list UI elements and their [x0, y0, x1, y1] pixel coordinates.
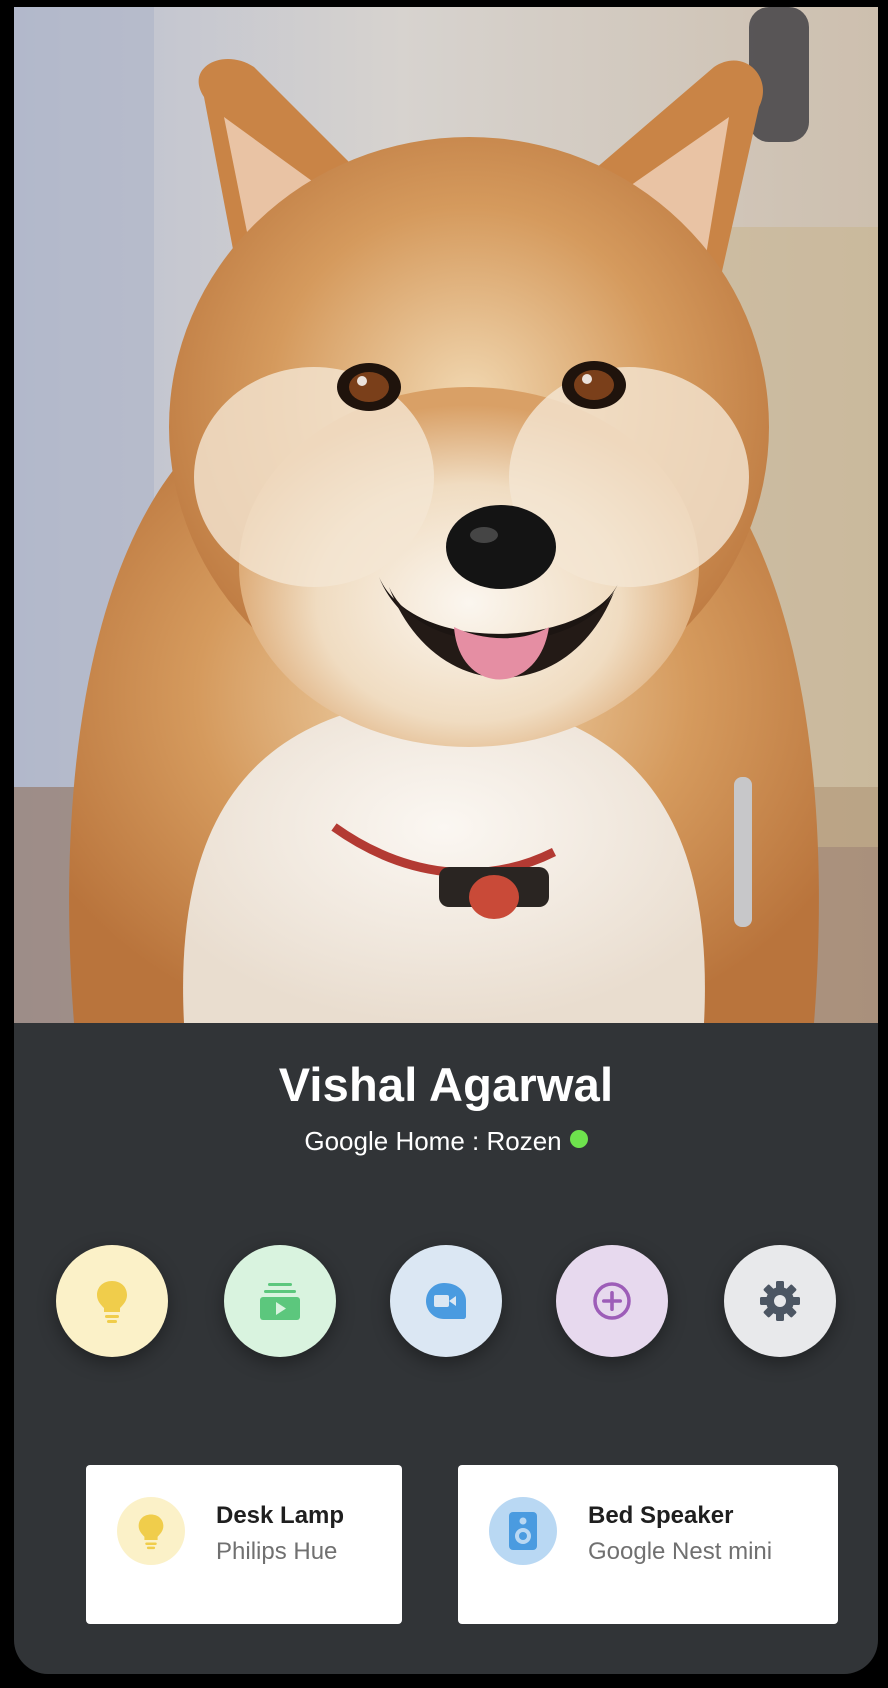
device-list: Desk Lamp Philips Hue Bed Speaker Google…: [14, 1465, 878, 1630]
lightbulb-icon: [97, 1281, 127, 1323]
device-subtitle: Google Nest mini: [588, 1538, 773, 1565]
device-name: Bed Speaker: [588, 1502, 734, 1529]
profile-name: Vishal Agarwal: [278, 1058, 614, 1111]
media-button[interactable]: [224, 1245, 336, 1357]
device-text: Desk Lamp Philips Hue: [216, 1501, 344, 1567]
device-icon-badge: [489, 1497, 557, 1565]
media-play-icon: [260, 1283, 300, 1320]
profile-info: Vishal Agarwal Google Home : Rozen: [14, 1057, 878, 1157]
speaker-icon: [509, 1512, 537, 1550]
video-call-button[interactable]: [390, 1245, 502, 1357]
settings-button[interactable]: [724, 1245, 836, 1357]
device-subtitle: Philips Hue: [216, 1538, 338, 1565]
lightbulb-icon: [138, 1514, 164, 1550]
shiba-inu-photo: [14, 7, 878, 1023]
video-camera-icon: [426, 1283, 466, 1319]
device-card-desk-lamp[interactable]: Desk Lamp Philips Hue: [86, 1465, 402, 1624]
home-name: Google Home : Rozen: [304, 1126, 562, 1156]
online-status-dot: [569, 1130, 588, 1148]
gear-icon: [760, 1281, 800, 1321]
device-name: Desk Lamp: [216, 1502, 345, 1529]
add-circle-icon: [593, 1282, 631, 1320]
profile-card: Vishal Agarwal Google Home : Rozen Desk …: [14, 7, 878, 1674]
add-button[interactable]: [556, 1245, 668, 1357]
device-card-bed-speaker[interactable]: Bed Speaker Google Nest mini: [458, 1465, 838, 1624]
device-icon-badge: [117, 1497, 185, 1565]
lightbulb-button[interactable]: [56, 1245, 168, 1357]
profile-subtitle: Google Home : Rozen: [14, 1125, 878, 1157]
quick-actions: [14, 1245, 878, 1365]
hero-photo: [14, 7, 878, 1023]
device-text: Bed Speaker Google Nest mini: [588, 1501, 772, 1567]
